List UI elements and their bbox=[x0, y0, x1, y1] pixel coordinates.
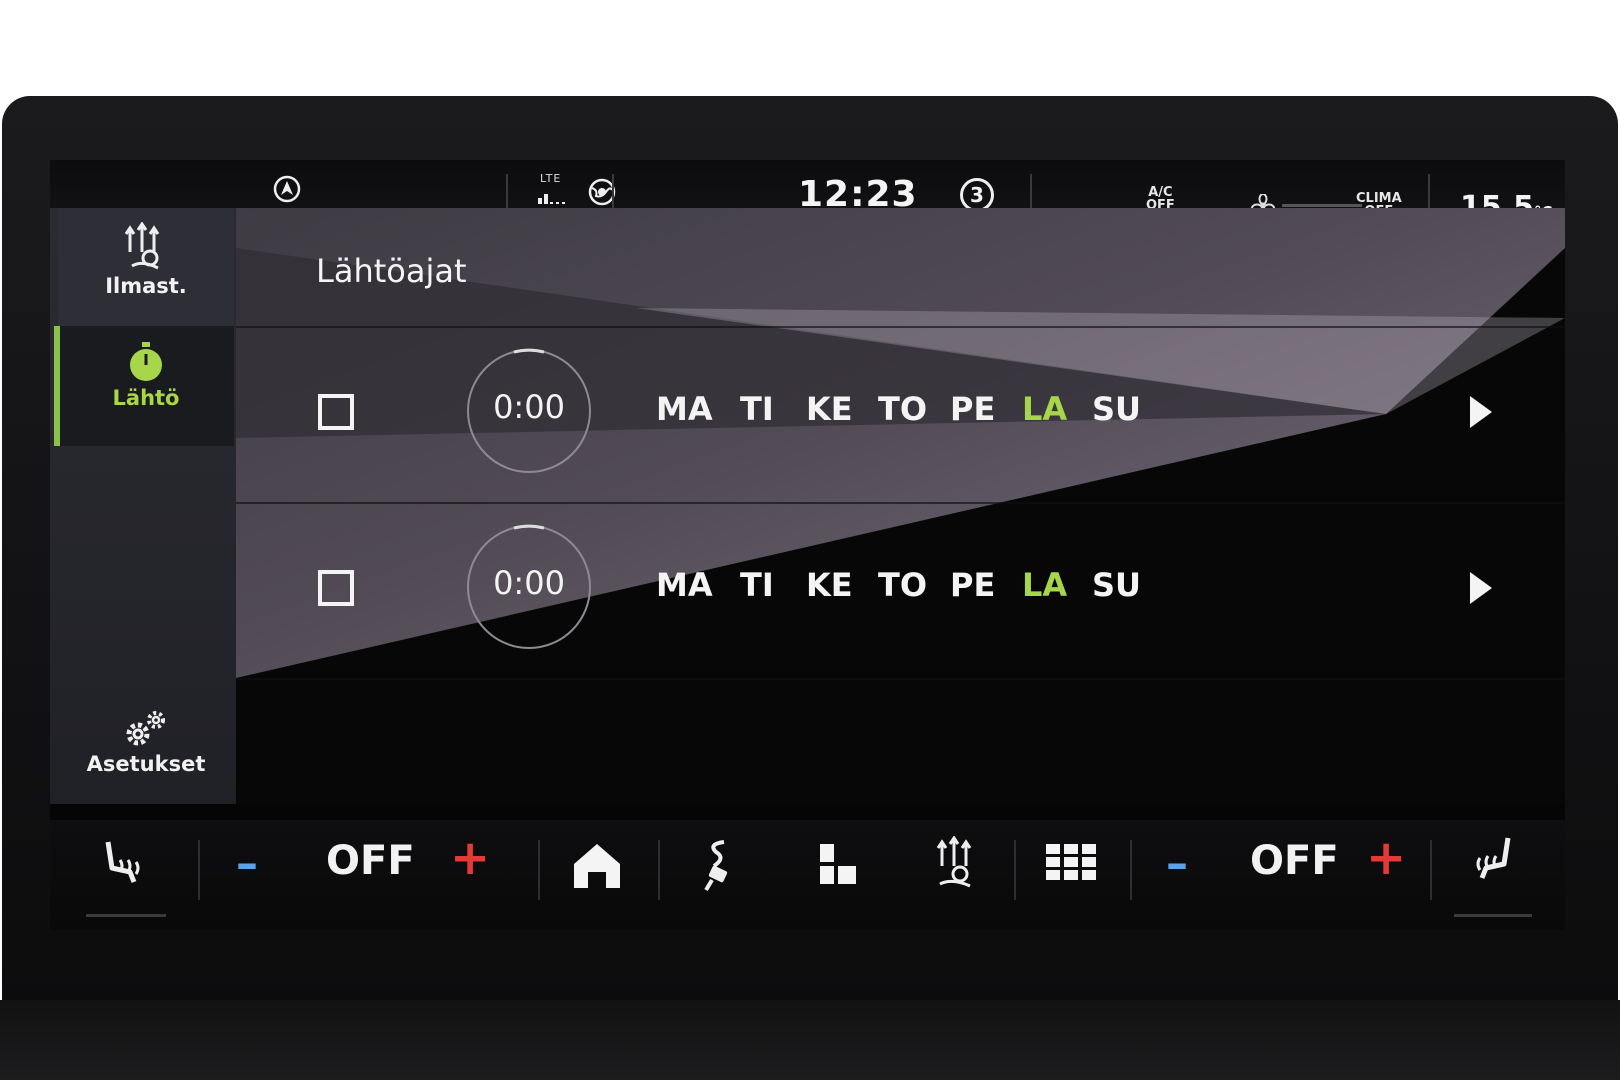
apps-split-icon[interactable] bbox=[818, 842, 858, 886]
bottom-divider bbox=[1014, 840, 1016, 900]
sidebar-item-departure[interactable]: Lähtö bbox=[54, 326, 234, 446]
day-wed[interactable]: KE bbox=[806, 390, 853, 428]
charging-plug-icon[interactable] bbox=[698, 838, 738, 892]
day-tue[interactable]: TI bbox=[740, 566, 774, 604]
background-graphic bbox=[236, 248, 1565, 804]
bottom-divider bbox=[658, 840, 660, 900]
seat-heating-right-icon[interactable] bbox=[1468, 834, 1516, 886]
sidebar-label-settings: Asetukset bbox=[86, 752, 206, 776]
day-tue[interactable]: TI bbox=[740, 390, 774, 428]
fan-right-value: OFF bbox=[1250, 838, 1339, 884]
day-fri[interactable]: PE bbox=[950, 390, 995, 428]
day-fri[interactable]: PE bbox=[950, 566, 995, 604]
day-thu[interactable]: TO bbox=[878, 390, 927, 428]
sidebar-item-climate[interactable]: Ilmast. bbox=[58, 208, 234, 326]
departure-row-2[interactable]: 0:00 MA TI KE TO PE LA SU bbox=[236, 508, 1565, 678]
signal-strength-icon bbox=[538, 194, 565, 204]
navigation-icon[interactable] bbox=[272, 174, 302, 204]
bottom-divider bbox=[538, 840, 540, 900]
infotainment-screen: LTE 12:23 3 A/C OFF CLIMA Ilmast. Lähtö … bbox=[50, 160, 1565, 930]
fan-left-plus-button[interactable]: + bbox=[450, 830, 490, 886]
day-sun[interactable]: SU bbox=[1092, 390, 1141, 428]
bottom-divider bbox=[1430, 840, 1432, 900]
network-type-label: LTE bbox=[540, 172, 562, 185]
fan-right-minus-button[interactable]: – bbox=[1166, 838, 1188, 889]
day-thu[interactable]: TO bbox=[878, 566, 927, 604]
departure-2-checkbox[interactable] bbox=[318, 570, 354, 606]
notification-badge[interactable]: 3 bbox=[960, 178, 994, 212]
fan-right-plus-button[interactable]: + bbox=[1366, 830, 1406, 886]
seat-heating-left-level bbox=[86, 914, 166, 917]
dashboard-trim bbox=[0, 1000, 1620, 1080]
active-indicator bbox=[54, 326, 60, 446]
day-mon[interactable]: MA bbox=[656, 390, 713, 428]
page-title: Lähtöajat bbox=[316, 252, 467, 290]
departure-row-1[interactable]: 0:00 MA TI KE TO PE LA SU bbox=[236, 332, 1565, 502]
gear-icon bbox=[126, 711, 165, 746]
fan-speed-slider[interactable] bbox=[1282, 204, 1362, 207]
departure-1-arrow-right-icon[interactable] bbox=[1466, 392, 1496, 432]
departure-times-panel: Lähtöajat 0:00 MA TI KE TO PE LA SU 0:00… bbox=[236, 208, 1565, 804]
row-divider bbox=[236, 678, 1565, 680]
seat-heating-right-level bbox=[1454, 914, 1532, 917]
seat-heating-left-icon[interactable] bbox=[100, 838, 148, 890]
timer-icon bbox=[130, 342, 162, 381]
fan-left-minus-button[interactable]: – bbox=[236, 838, 258, 889]
sidebar-label-departure: Lähtö bbox=[112, 386, 180, 410]
climate-icon[interactable] bbox=[934, 836, 976, 890]
day-mon[interactable]: MA bbox=[656, 566, 713, 604]
app-grid-icon[interactable] bbox=[1044, 842, 1098, 882]
day-sat[interactable]: LA bbox=[1022, 566, 1067, 604]
row-divider bbox=[236, 326, 1565, 328]
day-wed[interactable]: KE bbox=[806, 566, 853, 604]
day-sun[interactable]: SU bbox=[1092, 566, 1141, 604]
sidebar-item-settings[interactable]: Asetukset bbox=[58, 694, 234, 804]
sidebar: Ilmast. Lähtö Asetukset bbox=[50, 208, 236, 804]
departure-2-time: 0:00 bbox=[493, 564, 565, 602]
bottom-bar: – OFF + – OFF + bbox=[50, 820, 1565, 930]
departure-2-arrow-right-icon[interactable] bbox=[1466, 568, 1496, 608]
departure-1-time: 0:00 bbox=[493, 388, 565, 426]
home-icon[interactable] bbox=[570, 840, 624, 890]
row-divider bbox=[236, 502, 1565, 504]
departure-1-checkbox[interactable] bbox=[318, 394, 354, 430]
sidebar-label-climate: Ilmast. bbox=[105, 274, 187, 298]
bottom-divider bbox=[1130, 840, 1132, 900]
fan-left-value: OFF bbox=[326, 838, 415, 884]
bottom-divider bbox=[198, 840, 200, 900]
day-sat[interactable]: LA bbox=[1022, 390, 1067, 428]
climate-icon bbox=[124, 222, 160, 270]
